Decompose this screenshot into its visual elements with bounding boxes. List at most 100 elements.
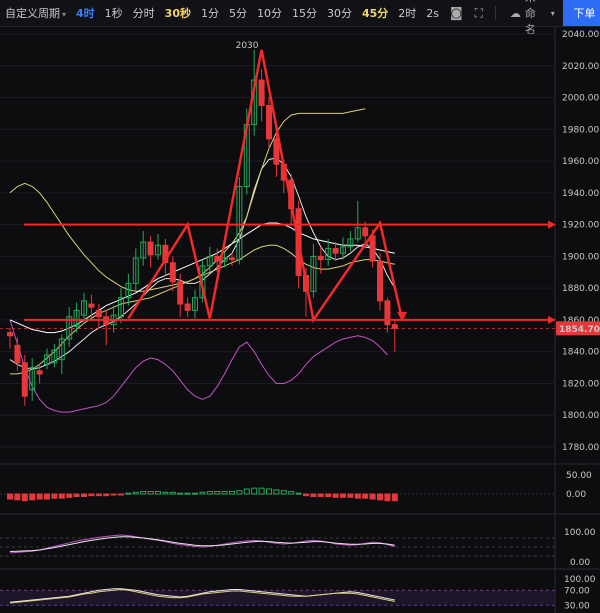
period-15m[interactable]: 15分 [287,5,322,21]
candle-down [377,260,383,302]
osc2-tick-label: 100.00 [564,575,596,585]
osc2-tick-label: 30.00 [564,601,590,611]
period-4h[interactable]: 4时 [71,5,100,21]
price-chart[interactable]: 2040.00 2020.00 2000.00 1980.00 1960.00 1940.… [0,27,600,613]
macd-bar [162,491,169,495]
overlay-line [9,108,366,292]
macd-bar [266,488,272,495]
macd-bar [280,490,287,495]
macd-bar [295,492,302,495]
macd-bar [332,493,339,498]
period-timeshare[interactable]: 分时 [128,5,160,21]
macd-bar [221,490,228,495]
candle-down [95,309,102,318]
period-30m[interactable]: 30分 [322,5,357,21]
macd-bar [66,493,73,498]
macd-bar [81,493,87,498]
period-5m[interactable]: 5分 [224,5,252,21]
period-30s[interactable]: 30秒 [160,5,196,21]
macd-bar [88,493,95,497]
candle-down [317,255,324,261]
cloud-icon: ☁ [509,6,521,20]
osc2-band-fill [0,590,555,606]
period-2h[interactable]: 2时 [393,5,421,21]
macd-bar [325,493,332,498]
candle-down [21,362,28,397]
macd-bar [95,493,102,497]
y-tick-label: 1980.00 [562,125,599,135]
macd-bar [214,490,221,495]
chevron-down-icon: ▾ [550,8,555,18]
peak-price-label: 2030 [236,41,259,51]
macd-bar [384,493,391,502]
y-tick-label: 1960.00 [562,157,599,167]
macd-bar [340,493,346,498]
candle-down [14,344,21,364]
candle-down [169,262,176,283]
candle-down [36,370,43,375]
macd-bar [169,491,176,495]
osc2-tick-label: 70.00 [564,586,590,596]
macd-bar [140,490,147,495]
macd-bar [36,493,43,500]
y-tick-label: 1880.00 [562,284,599,294]
camera-icon[interactable]: ◙ [444,6,469,21]
osc1-tick-label: 0.00 [570,558,590,568]
macd-bar [288,490,295,495]
macd-bar [21,493,28,502]
candle-down [391,324,398,329]
period-45m[interactable]: 45分 [357,5,393,21]
macd-bar [310,493,317,498]
macd-bar [362,493,369,499]
osc1-tick-label: 100.00 [564,528,596,538]
macd-bar [132,491,139,495]
macd-bar [251,487,258,495]
candle-down [369,235,376,262]
macd-bar [44,493,50,500]
macd-bar [243,488,250,495]
macd-bar [118,493,124,496]
macd-tick-label: 0.00 [566,490,586,500]
period-1s[interactable]: 1秒 [100,5,128,21]
macd-bar [317,493,324,498]
macd-bar [29,493,36,501]
macd-bar [391,493,398,502]
macd-bar [155,490,161,495]
candle-down [88,303,95,308]
macd-bar [51,493,58,499]
candle-down [384,300,391,326]
macd-bar [206,490,213,495]
candle-down [258,79,265,106]
y-tick-label: 1900.00 [562,252,599,262]
macd-bar [229,490,235,495]
period-10m[interactable]: 10分 [252,5,287,21]
y-tick-label: 1800.00 [562,411,599,421]
macd-bar [347,493,354,498]
macd-bar [273,489,280,495]
candle-down [362,227,369,237]
y-tick-label: 2020.00 [562,62,599,72]
macd-bar [58,493,65,499]
fullscreen-icon[interactable]: ⛶ [469,6,489,21]
y-tick-label: 2040.00 [562,30,599,40]
macd-bar [147,490,154,495]
macd-bar [73,493,80,498]
custom-period-dropdown[interactable]: 自定义周期 [0,5,71,21]
toolbar-right-group: 2s ◙ ⛶ ☁ 未命名 ▾ 下单 [421,0,600,36]
last-price-label: 1854.70 [559,325,600,335]
macd-bar [377,493,383,501]
refresh-interval[interactable]: 2s [421,7,444,20]
y-tick-label: 1840.00 [562,348,599,358]
candle-down [7,332,13,337]
macd-bar [125,492,132,495]
place-order-button[interactable]: 下单 [562,0,600,26]
y-tick-label: 1780.00 [562,443,599,453]
macd-bar [303,493,309,497]
macd-bar [354,493,361,499]
candle-down [266,104,272,140]
candle-down [147,241,154,256]
macd-tick-label: 50.00 [566,471,592,481]
period-1m[interactable]: 1分 [196,5,224,21]
y-tick-label: 1920.00 [562,221,599,231]
candle-down [332,247,339,254]
